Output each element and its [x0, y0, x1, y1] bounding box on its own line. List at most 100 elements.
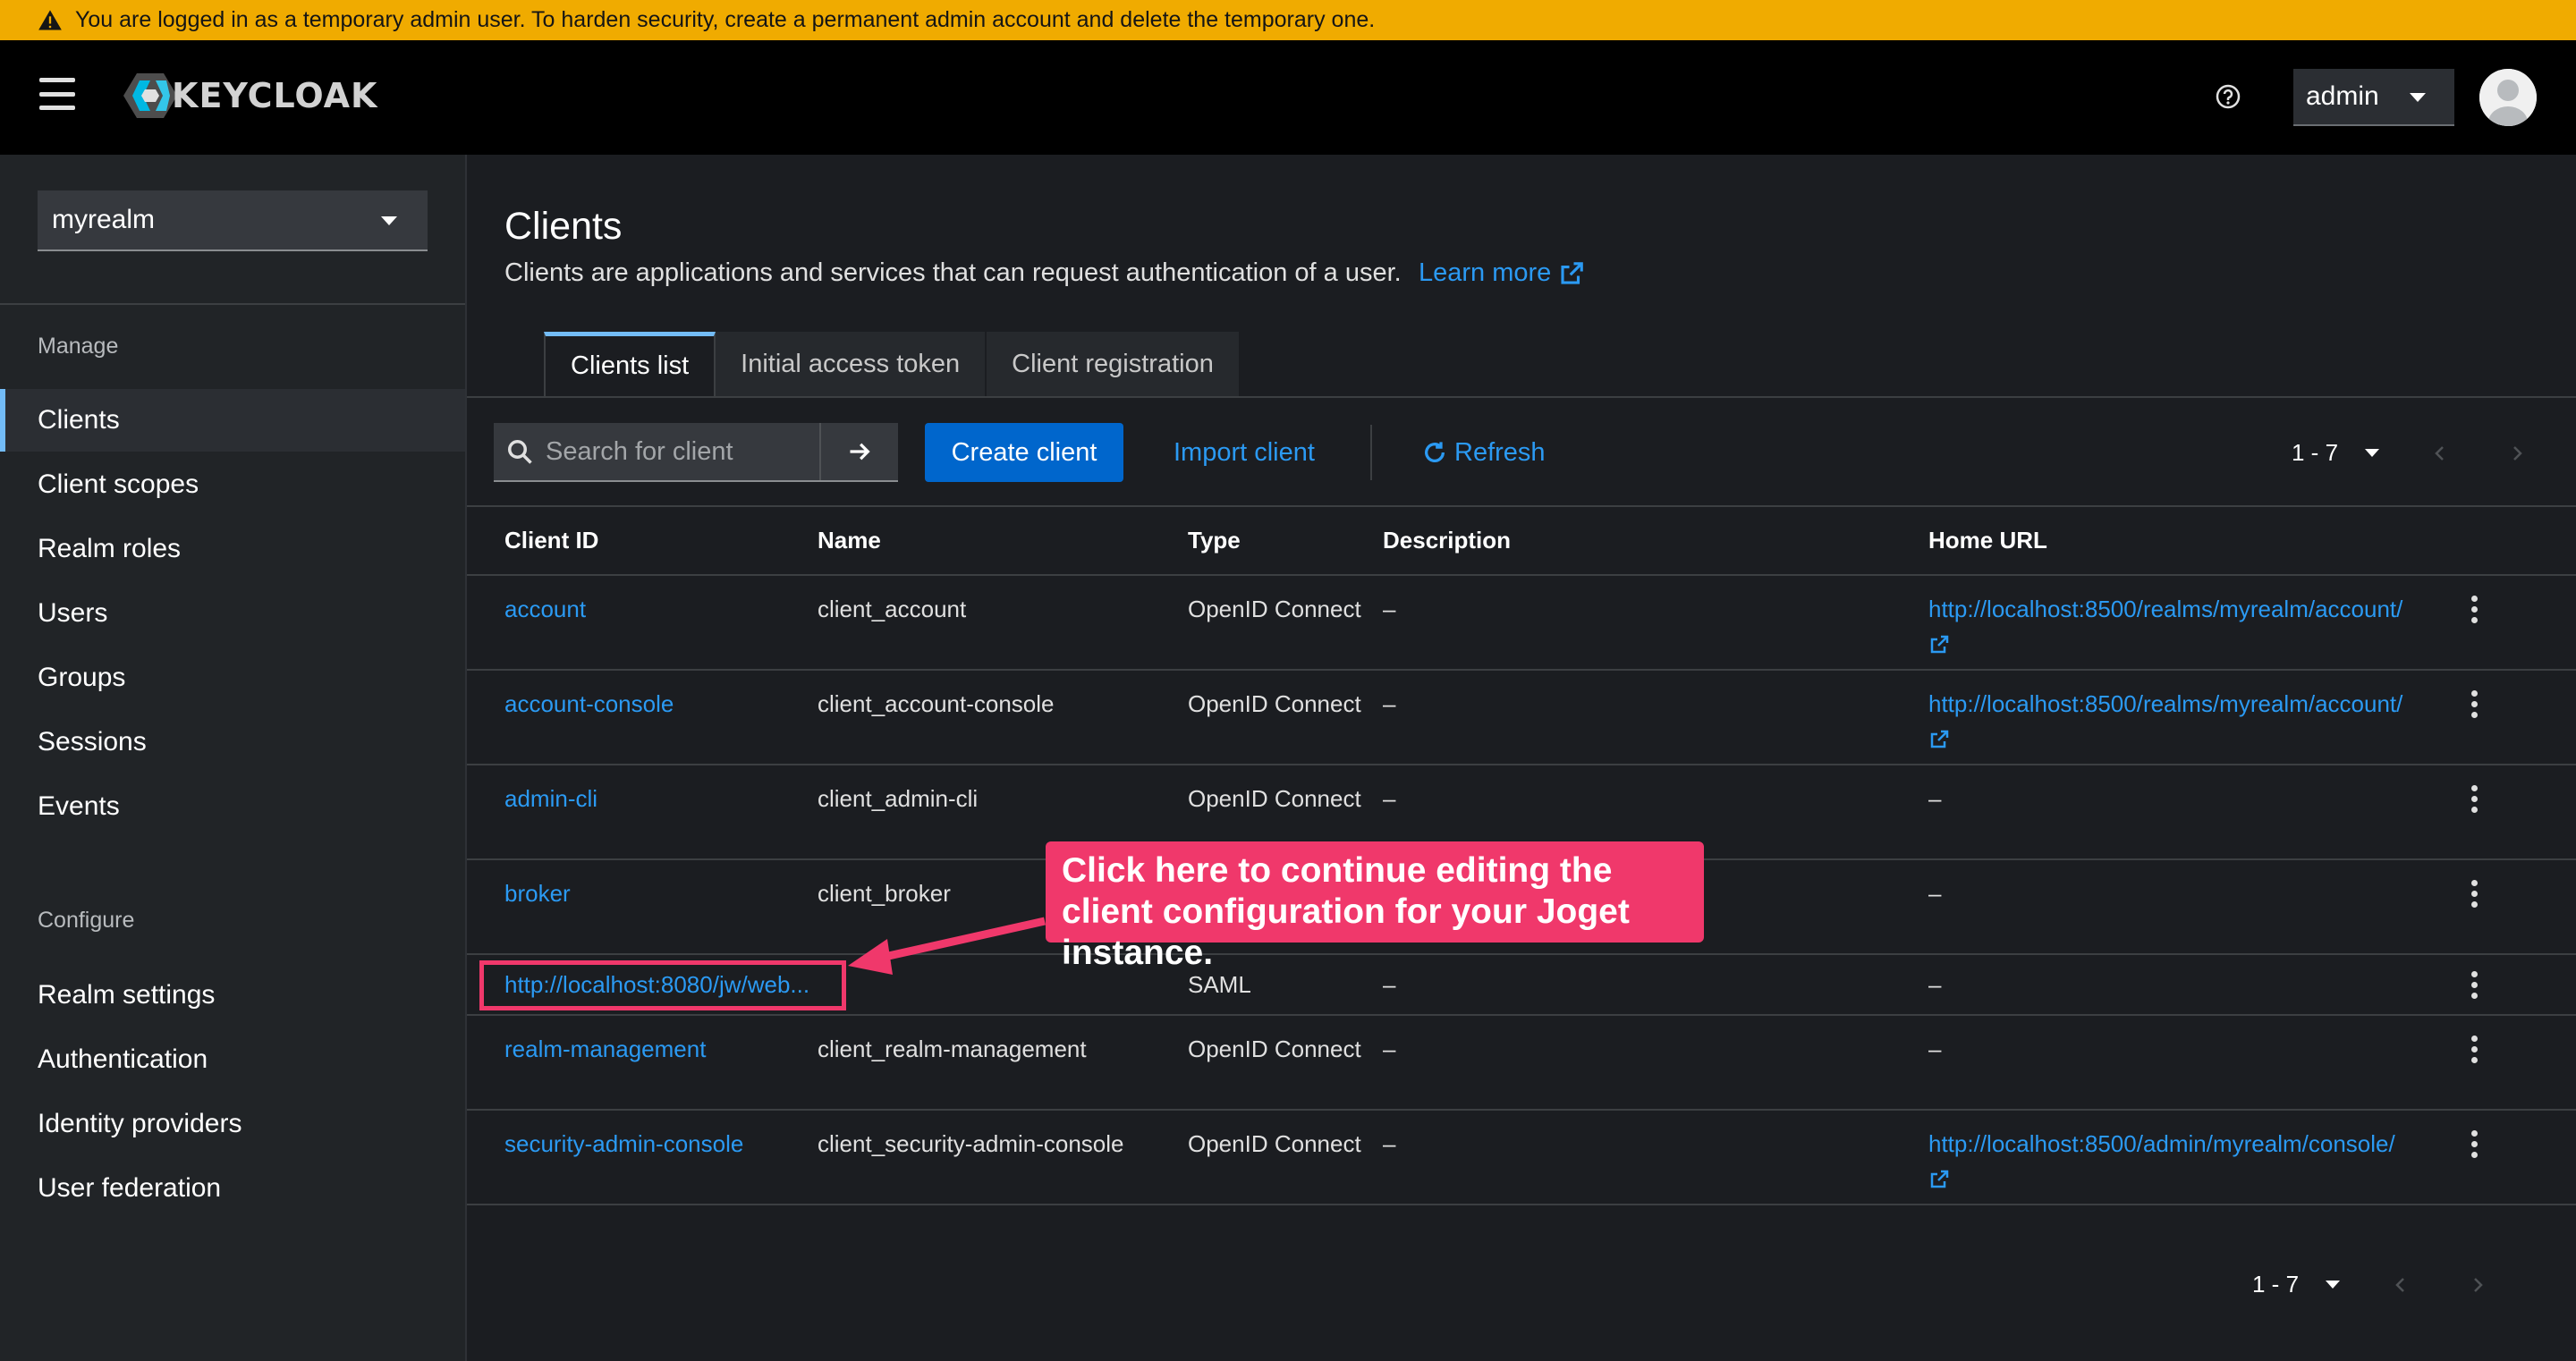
home-url-text: http://localhost:8500/realms/myrealm/acc…: [1928, 596, 2403, 622]
home-url-text: http://localhost:8500/realms/myrealm/acc…: [1928, 690, 2403, 717]
client-type: OpenID Connect: [1188, 1130, 1361, 1157]
sidebar-item-users[interactable]: Users: [0, 582, 465, 645]
user-name: admin: [2306, 81, 2379, 111]
nav-group-manage: Manage: [38, 334, 119, 359]
tab-clients-list[interactable]: Clients list: [544, 332, 716, 396]
client-type: SAML: [1188, 971, 1251, 998]
sidebar-item-groups[interactable]: Groups: [0, 647, 465, 709]
learn-more-link[interactable]: Learn more: [1419, 258, 1585, 288]
realm-selector[interactable]: myrealm: [38, 190, 428, 251]
client-id-link[interactable]: realm-management: [504, 1036, 706, 1062]
masthead: KEYCLOAK admin: [0, 40, 2576, 155]
sidebar: myrealm Manage Clients Client scopes Rea…: [0, 155, 467, 1361]
divider: [467, 396, 2576, 398]
row-actions-kebab-icon[interactable]: [2465, 1032, 2483, 1063]
client-id-link[interactable]: security-admin-console: [504, 1130, 743, 1157]
user-menu-dropdown[interactable]: admin: [2293, 69, 2454, 126]
pagination-range: 1 - 7: [2252, 1271, 2300, 1298]
external-link-icon: [1930, 1170, 1949, 1188]
row-actions-kebab-icon[interactable]: [2465, 876, 2483, 908]
sidebar-item-events[interactable]: Events: [0, 775, 465, 838]
next-page-icon[interactable]: [2469, 1276, 2487, 1294]
home-url-link[interactable]: http://localhost:8500/admin/myrealm/cons…: [1928, 1130, 2395, 1191]
sidebar-item-sessions[interactable]: Sessions: [0, 711, 465, 773]
external-link-icon: [1930, 730, 1949, 748]
tab-bar: Clients list Initial access token Client…: [544, 332, 1241, 396]
avatar[interactable]: [2479, 69, 2537, 126]
sidebar-item-user-federation[interactable]: User federation: [0, 1157, 465, 1220]
table-row: account client_account OpenID Connect – …: [467, 575, 2576, 670]
client-id-link[interactable]: admin-cli: [504, 785, 597, 812]
pagination-dropdown[interactable]: 1 - 7: [2252, 1271, 2341, 1298]
table-row: security-admin-console client_security-a…: [467, 1110, 2576, 1205]
sidebar-item-clients[interactable]: Clients: [0, 389, 465, 452]
client-description: –: [1383, 1130, 1396, 1157]
main-content: Clients Clients are applications and ser…: [467, 155, 2576, 1361]
pagination-bottom: 1 - 7: [2252, 1271, 2487, 1298]
column-header-home-url[interactable]: Home URL: [1928, 507, 2465, 575]
column-header-type[interactable]: Type: [1188, 507, 1383, 575]
pagination-range: 1 - 7: [2292, 439, 2339, 466]
keycloak-logo[interactable]: KEYCLOAK: [123, 72, 377, 120]
chevron-down-icon: [2326, 1281, 2341, 1289]
row-actions-kebab-icon[interactable]: [2465, 687, 2483, 718]
home-url-link[interactable]: http://localhost:8500/realms/myrealm/acc…: [1928, 596, 2402, 656]
chevron-down-icon: [2365, 449, 2380, 457]
client-id-link[interactable]: account-console: [504, 690, 674, 717]
search-input[interactable]: [546, 436, 814, 467]
import-client-button[interactable]: Import client: [1174, 423, 1315, 482]
chevron-down-icon: [381, 216, 397, 225]
row-actions-kebab-icon[interactable]: [2465, 592, 2483, 623]
client-description: –: [1383, 1036, 1396, 1062]
client-description: –: [1383, 596, 1396, 622]
column-header-client-id[interactable]: Client ID: [467, 507, 818, 575]
column-header-name[interactable]: Name: [818, 507, 1188, 575]
row-actions-kebab-icon[interactable]: [2465, 782, 2483, 813]
row-actions-kebab-icon[interactable]: [2465, 968, 2483, 999]
sidebar-item-client-scopes[interactable]: Client scopes: [0, 453, 465, 516]
menu-toggle-icon[interactable]: [39, 78, 75, 110]
help-icon[interactable]: [2215, 83, 2241, 110]
learn-more-label: Learn more: [1419, 258, 1552, 287]
annotation-highlight-box: [479, 960, 846, 1010]
sidebar-item-authentication[interactable]: Authentication: [0, 1028, 465, 1091]
pagination-dropdown[interactable]: 1 - 7: [2292, 439, 2380, 467]
tab-client-registration[interactable]: Client registration: [987, 332, 1241, 396]
home-url-empty: –: [1928, 971, 1942, 998]
annotation-callout: Click here to continue editing the clien…: [1046, 841, 1704, 972]
client-id-link[interactable]: broker: [504, 880, 571, 907]
home-url-link[interactable]: http://localhost:8500/realms/myrealm/acc…: [1928, 690, 2402, 751]
previous-page-icon[interactable]: [2431, 444, 2449, 462]
chevron-down-icon: [2410, 93, 2426, 102]
search-icon: [508, 440, 532, 464]
sidebar-item-identity-providers[interactable]: Identity providers: [0, 1093, 465, 1155]
divider: [1370, 425, 1372, 480]
page-description: Clients are applications and services th…: [504, 258, 1402, 287]
row-actions-kebab-icon[interactable]: [2465, 1127, 2483, 1158]
refresh-icon: [1425, 442, 1445, 463]
home-url-empty: –: [1928, 880, 1942, 907]
keycloak-logo-icon: [123, 73, 177, 118]
warning-icon: [38, 8, 63, 33]
refresh-label: Refresh: [1454, 437, 1546, 467]
sidebar-item-realm-settings[interactable]: Realm settings: [0, 964, 465, 1027]
external-link-icon: [1561, 261, 1584, 284]
column-header-description[interactable]: Description: [1383, 507, 1928, 575]
create-client-button[interactable]: Create client: [925, 423, 1123, 482]
search-submit-button[interactable]: [819, 423, 898, 480]
realm-name: myrealm: [52, 205, 156, 234]
nav-group-configure: Configure: [38, 908, 135, 933]
next-page-icon[interactable]: [2508, 444, 2526, 462]
previous-page-icon[interactable]: [2392, 1276, 2410, 1294]
divider: [0, 303, 465, 305]
client-description: –: [1383, 690, 1396, 717]
tab-initial-access-token[interactable]: Initial access token: [716, 332, 987, 396]
refresh-button[interactable]: Refresh: [1422, 423, 1546, 482]
client-description: –: [1383, 971, 1396, 998]
client-type: OpenID Connect: [1188, 690, 1361, 717]
client-name: client_realm-management: [818, 1036, 1087, 1062]
client-id-link[interactable]: account: [504, 596, 586, 622]
client-name: client_account-console: [818, 690, 1055, 717]
sidebar-item-realm-roles[interactable]: Realm roles: [0, 518, 465, 580]
page-title: Clients: [504, 205, 623, 248]
